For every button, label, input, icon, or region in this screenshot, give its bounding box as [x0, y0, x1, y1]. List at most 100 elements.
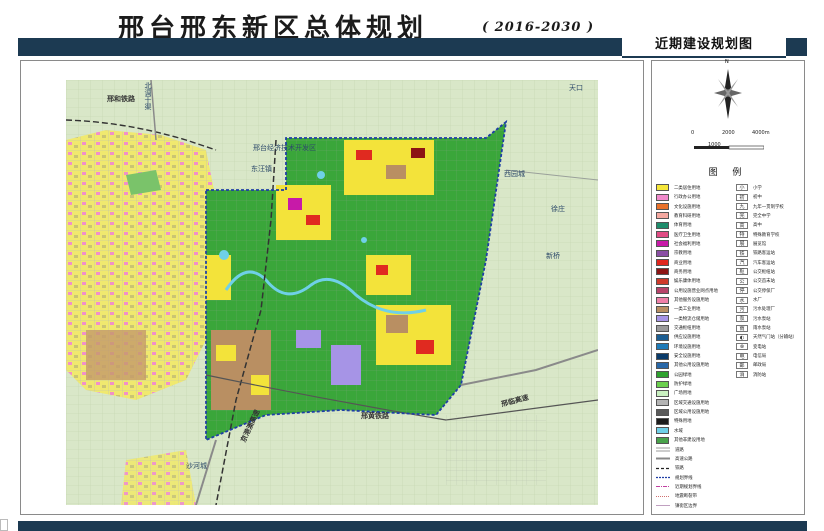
legend-swatch: [656, 249, 669, 257]
map-label-railway-south: 邢黄铁路: [361, 412, 389, 420]
legend-line-swatch: [656, 465, 670, 472]
legend-label: 公用设施营业网点用地: [674, 288, 718, 294]
legend-label: 安全设施用地: [674, 354, 701, 360]
legend-facility-label: 污水处理厂: [753, 307, 775, 313]
legend-item: 防护绿地: [656, 380, 718, 388]
facility-symbol-icon: 特: [736, 231, 748, 239]
map-label-town-east-3: 新桥: [546, 252, 560, 260]
legend-label: 其他服务设施用地: [674, 298, 710, 304]
legend-line-item: 近期规划界线: [656, 483, 718, 491]
legend-facility-item: 停公交停保厂: [736, 287, 797, 295]
legend-label: 体育用地: [674, 223, 692, 229]
legend-facility-label: 水厂: [753, 298, 762, 304]
map-subtitle: 近期建设规划图: [654, 37, 753, 52]
legend-item: 二类居住用地: [656, 184, 718, 192]
legend-facility-label: 初中: [753, 195, 762, 201]
legend-line-item: 地震断裂带: [656, 492, 718, 500]
legend-facility-label: 小学: [753, 185, 762, 191]
legend-label: 其他公用设施用地: [674, 363, 710, 369]
legend-facility-label: 公交首末站: [753, 279, 775, 285]
legend-facility-item: 邮邮政局: [736, 361, 797, 370]
facility-symbol-icon: ⊗: [736, 343, 748, 351]
legend-facility-item: 小小学: [736, 184, 797, 192]
land-use-map[interactable]: [66, 80, 598, 505]
legend-facility-label: 天然气门站（分输站）: [753, 335, 797, 341]
legend-facility-item: 特特殊教育学校: [736, 231, 797, 239]
legend-item: 一类物流仓储用地: [656, 315, 718, 323]
legend-facility-item: 展展览馆: [736, 240, 797, 248]
legend-line-label: 镇街区边界: [675, 503, 697, 509]
map-label-town-east-2: 徐庄: [551, 205, 565, 213]
legend-line-item: 规划界线: [656, 474, 718, 482]
legend-item: 一类工业用地: [656, 305, 718, 313]
legend-line-label: 道路: [675, 447, 684, 453]
subtitle-tab: 近期建设规划图: [622, 30, 786, 58]
map-label-econ-zone: 邢台经济技术开发区: [253, 144, 316, 152]
scale-tick-2: 4000m: [752, 130, 770, 136]
legend-facility-item: 完完全中学: [736, 212, 797, 220]
legend-label: 广场用地: [674, 391, 692, 397]
legend-facility-label: 高中: [753, 223, 762, 229]
legend-swatch: [656, 333, 669, 341]
legend-item: 体育用地: [656, 221, 718, 229]
legend-facility-label: 变电站: [753, 344, 767, 350]
legend-facility-item: 初初中: [736, 193, 797, 201]
legend-swatch: [656, 184, 669, 192]
cluster-south: [376, 305, 451, 365]
legend-swatch: [656, 268, 669, 276]
legend-facility-item: ◐ 天然气门站（分输站）: [736, 333, 797, 342]
scale-tick-0: 0: [691, 130, 695, 136]
map-label-town-southwest: 沙河城: [186, 462, 207, 470]
legend-swatch: [656, 380, 669, 388]
legend-facility-label: 完全中学: [753, 213, 771, 219]
legend-item: 宗教用地: [656, 249, 718, 257]
legend-label: 医疗卫生用地: [674, 232, 701, 238]
legend-item: 水域: [656, 427, 718, 435]
legend-swatch: [656, 296, 669, 304]
legend-label: 区域交通设施用地: [674, 400, 710, 406]
legend-line-label: 铁路: [675, 466, 684, 472]
legend-label: 防护绿地: [674, 382, 692, 388]
legend-line-swatch: [656, 493, 670, 500]
cluster-east: [366, 255, 411, 295]
facility-symbol-icon: 水: [736, 296, 748, 304]
legend-facility-item: 消消防站: [736, 371, 797, 379]
legend-facility-item: 电电信局: [736, 352, 797, 360]
legend-line-label: 规划界线: [675, 475, 693, 481]
legend-item: 特殊用地: [656, 417, 718, 426]
legend-item: 环境设施用地: [656, 343, 718, 351]
legend-item: 广场用地: [656, 389, 718, 398]
legend-facility-label: 展览馆: [753, 241, 767, 247]
legend-item: 其他公用设施用地: [656, 361, 718, 370]
cluster-logistics: [331, 345, 361, 385]
legend-facility-item: 铁铁路客运站: [736, 249, 797, 257]
scale-bar: 0 2000 4000m 1000: [691, 130, 770, 155]
legend-swatch: [656, 417, 669, 425]
map-label-railway-west: 邢和铁路: [107, 95, 135, 103]
facility-symbol-icon: 雨: [736, 324, 748, 332]
facility-symbol-icon: 污: [736, 305, 748, 313]
legend-swatch: [656, 287, 669, 295]
legend-swatch: [656, 399, 669, 407]
map-frame: 邢和铁路 北调干渠 邢台经济技术开发区 东汪镇 邢黄铁路 京港澳高速 邢临高速 …: [20, 60, 644, 515]
cluster-centre: [276, 185, 331, 240]
legend-facility-item: 泵污水泵站: [736, 315, 797, 323]
legend-label: 娱乐康体用地: [674, 279, 701, 285]
map-label-road-north: 北调干渠: [144, 82, 152, 110]
legend-swatch: [656, 203, 669, 211]
legend-label: 水域: [674, 428, 683, 434]
footer-bar: [18, 521, 807, 531]
legend-facility-label: 邮政局: [753, 363, 767, 369]
cluster-west: [206, 255, 231, 300]
legend-facility-label: 铁路客运站: [753, 251, 775, 257]
facility-symbol-icon: 电: [736, 352, 748, 360]
scale-sub: 1000: [708, 142, 721, 148]
legend-facility-item: 雨雨水泵站: [736, 324, 797, 332]
legend-facility-label: 公交枢纽站: [753, 269, 775, 275]
map-years: ( 2016-2030 ): [482, 20, 595, 35]
legend-facility-label: 电信局: [753, 354, 767, 360]
legend-item: 其他非建设用地: [656, 436, 718, 444]
legend-swatch: [656, 231, 669, 239]
north-arrow-icon: N: [710, 59, 746, 129]
legend-label: 公园绿地: [674, 372, 692, 378]
